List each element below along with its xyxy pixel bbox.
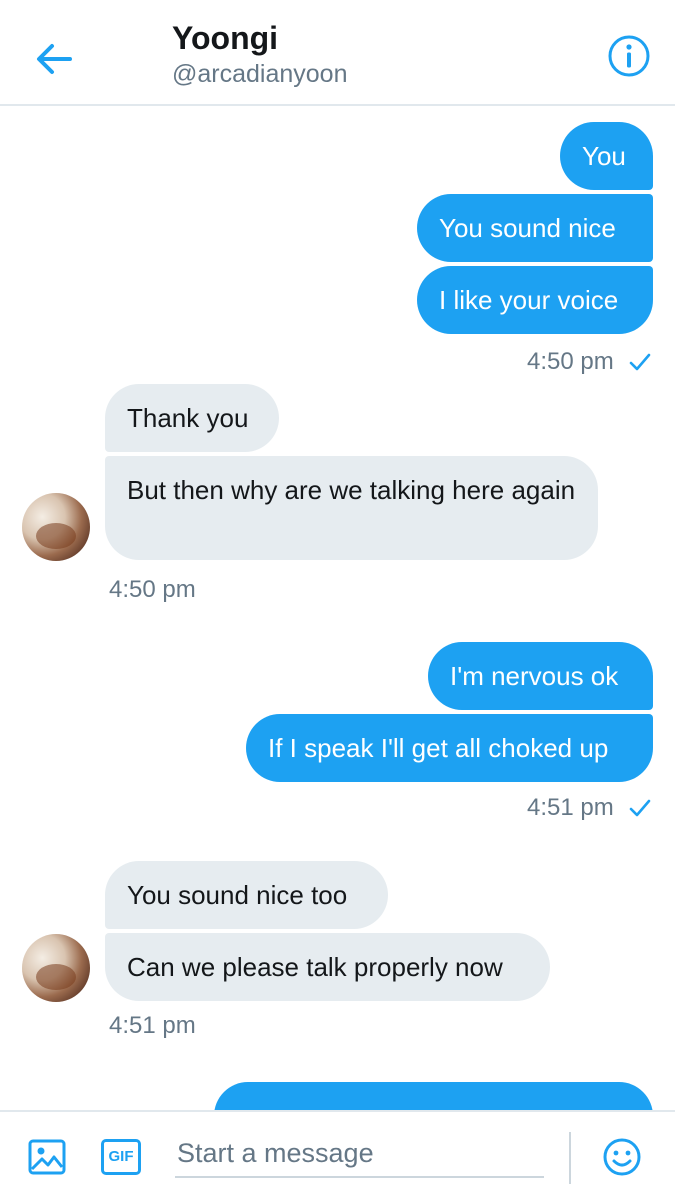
add-image-button[interactable] [27, 1137, 67, 1177]
message-composer: GIF [0, 1110, 675, 1200]
arrow-left-icon [37, 44, 72, 74]
conversation-header: Yoongi @arcadianyoon [0, 0, 675, 106]
avatar[interactable] [22, 493, 90, 561]
received-message[interactable]: But then why are we talking here again [105, 456, 598, 560]
sent-message[interactable]: If I speak I'll get all choked up [246, 714, 653, 782]
message-timestamp: 4:50 pm [109, 576, 196, 603]
sent-message[interactable]: I'm nervous ok [428, 642, 653, 710]
message-thread[interactable]: You You sound nice I like your voice 4:5… [0, 106, 675, 1110]
message-timestamp: 4:51 pm [527, 794, 614, 821]
check-icon [629, 799, 651, 817]
message-timestamp: 4:50 pm [527, 348, 614, 375]
received-message[interactable]: Thank you [105, 384, 279, 452]
back-button[interactable] [30, 34, 80, 84]
sent-message[interactable]: I like your voice [417, 266, 653, 334]
gif-button[interactable]: GIF [101, 1139, 141, 1175]
emoji-button[interactable] [602, 1137, 642, 1177]
composer-divider [569, 1132, 571, 1184]
info-icon [608, 35, 650, 77]
sent-message[interactable]: You [560, 122, 653, 190]
sent-message-partial[interactable] [214, 1082, 653, 1110]
sent-message[interactable]: You sound nice [417, 194, 653, 262]
message-timestamp: 4:51 pm [109, 1012, 196, 1039]
conversation-handle: @arcadianyoon [172, 60, 348, 88]
avatar[interactable] [22, 934, 90, 1002]
conversation-title: Yoongi [172, 20, 279, 56]
message-input[interactable] [175, 1130, 544, 1178]
image-icon [28, 1139, 66, 1175]
smiley-icon [603, 1138, 641, 1176]
received-message[interactable]: Can we please talk properly now [105, 933, 550, 1001]
check-icon [629, 353, 651, 371]
received-message[interactable]: You sound nice too [105, 861, 388, 929]
info-button[interactable] [606, 33, 652, 79]
